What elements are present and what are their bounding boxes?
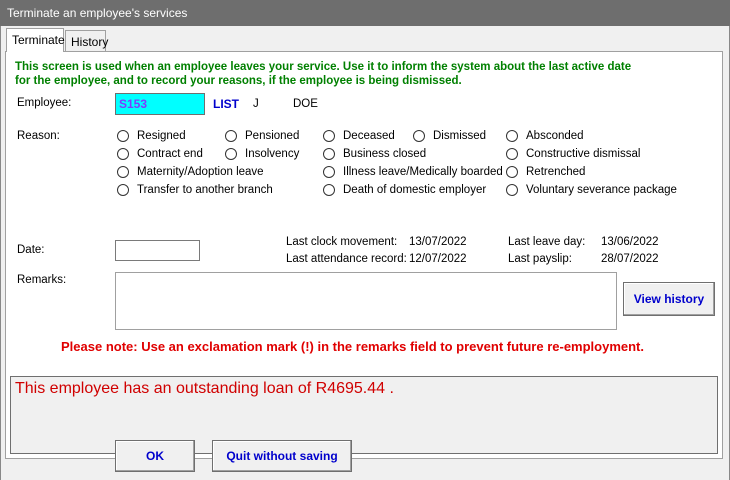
radio-circle-icon [117,184,129,196]
loan-message: This employee has an outstanding loan of… [15,380,394,397]
radio-circle-icon [117,148,129,160]
radio-circle-icon [225,130,237,142]
window-title: Terminate an employee's services [7,6,188,20]
tab-terminate[interactable]: Terminate [6,28,65,52]
view-history-button[interactable]: View history [623,282,715,316]
radio-circle-icon [117,166,129,178]
last-clock-movement-label: Last clock movement: [286,236,398,248]
remarks-textarea[interactable] [115,272,617,330]
radio-circle-icon [323,184,335,196]
reason-retrenched-radio[interactable]: Retrenched [506,166,585,178]
intro-line-1: This screen is used when an employee lea… [15,61,632,73]
employee-last-name: DOE [293,98,318,110]
tab-history[interactable]: History [65,30,108,51]
date-input[interactable] [115,240,200,261]
radio-circle-icon [506,166,518,178]
re-employment-note: Please note: Use an exclamation mark (!)… [61,339,645,354]
reason-maternity-radio[interactable]: Maternity/Adoption leave [117,166,264,178]
radio-circle-icon [225,148,237,160]
employee-first-name: J [253,98,259,110]
reason-resigned-radio[interactable]: Resigned [117,130,186,142]
reason-transfer-radio[interactable]: Transfer to another branch [117,184,273,196]
last-payslip-label: Last payslip: [508,253,572,265]
radio-circle-icon [506,130,518,142]
radio-circle-icon [323,166,335,178]
reason-illness-radio[interactable]: Illness leave/Medically boarded [323,166,503,178]
last-attendance-record-label: Last attendance record: [286,253,407,265]
reason-constructive-dismissal-radio[interactable]: Constructive dismissal [506,148,640,160]
reason-label: Reason: [17,130,60,142]
reason-insolvency-radio[interactable]: Insolvency [225,148,299,160]
last-leave-day-value: 13/06/2022 [601,236,659,248]
radio-circle-icon [323,148,335,160]
radio-circle-icon [506,148,518,160]
date-label: Date: [17,244,45,256]
reason-absconded-radio[interactable]: Absconded [506,130,584,142]
remarks-label: Remarks: [17,274,67,286]
intro-line-2: for the employee, and to record your rea… [15,75,462,87]
radio-circle-icon [117,130,129,142]
list-button[interactable]: LIST [213,97,239,111]
last-leave-day-label: Last leave day: [508,236,586,248]
last-clock-movement-value: 13/07/2022 [409,236,467,248]
reason-deceased-radio[interactable]: Deceased [323,130,395,142]
reason-business-closed-radio[interactable]: Business closed [323,148,426,160]
ok-button[interactable]: OK [115,440,195,472]
radio-circle-icon [323,130,335,142]
reason-pensioned-radio[interactable]: Pensioned [225,130,299,142]
intro-text: This screen is used when an employee lea… [15,60,705,88]
quit-without-saving-button[interactable]: Quit without saving [212,440,352,472]
employee-code-input[interactable]: S153 [115,93,205,115]
reason-dismissed-radio[interactable]: Dismissed [413,130,486,142]
terminate-window: Terminate History This screen is used wh… [0,26,730,480]
radio-circle-icon [506,184,518,196]
reason-voluntary-severance-radio[interactable]: Voluntary severance package [506,184,677,196]
terminate-panel: This screen is used when an employee lea… [5,51,723,459]
reason-death-domestic-radio[interactable]: Death of domestic employer [323,184,486,196]
reason-contract-end-radio[interactable]: Contract end [117,148,203,160]
employee-label: Employee: [17,97,72,109]
last-payslip-value: 28/07/2022 [601,253,659,265]
radio-circle-icon [413,130,425,142]
title-bar: Terminate an employee's services [0,0,730,26]
last-attendance-record-value: 12/07/2022 [409,253,467,265]
